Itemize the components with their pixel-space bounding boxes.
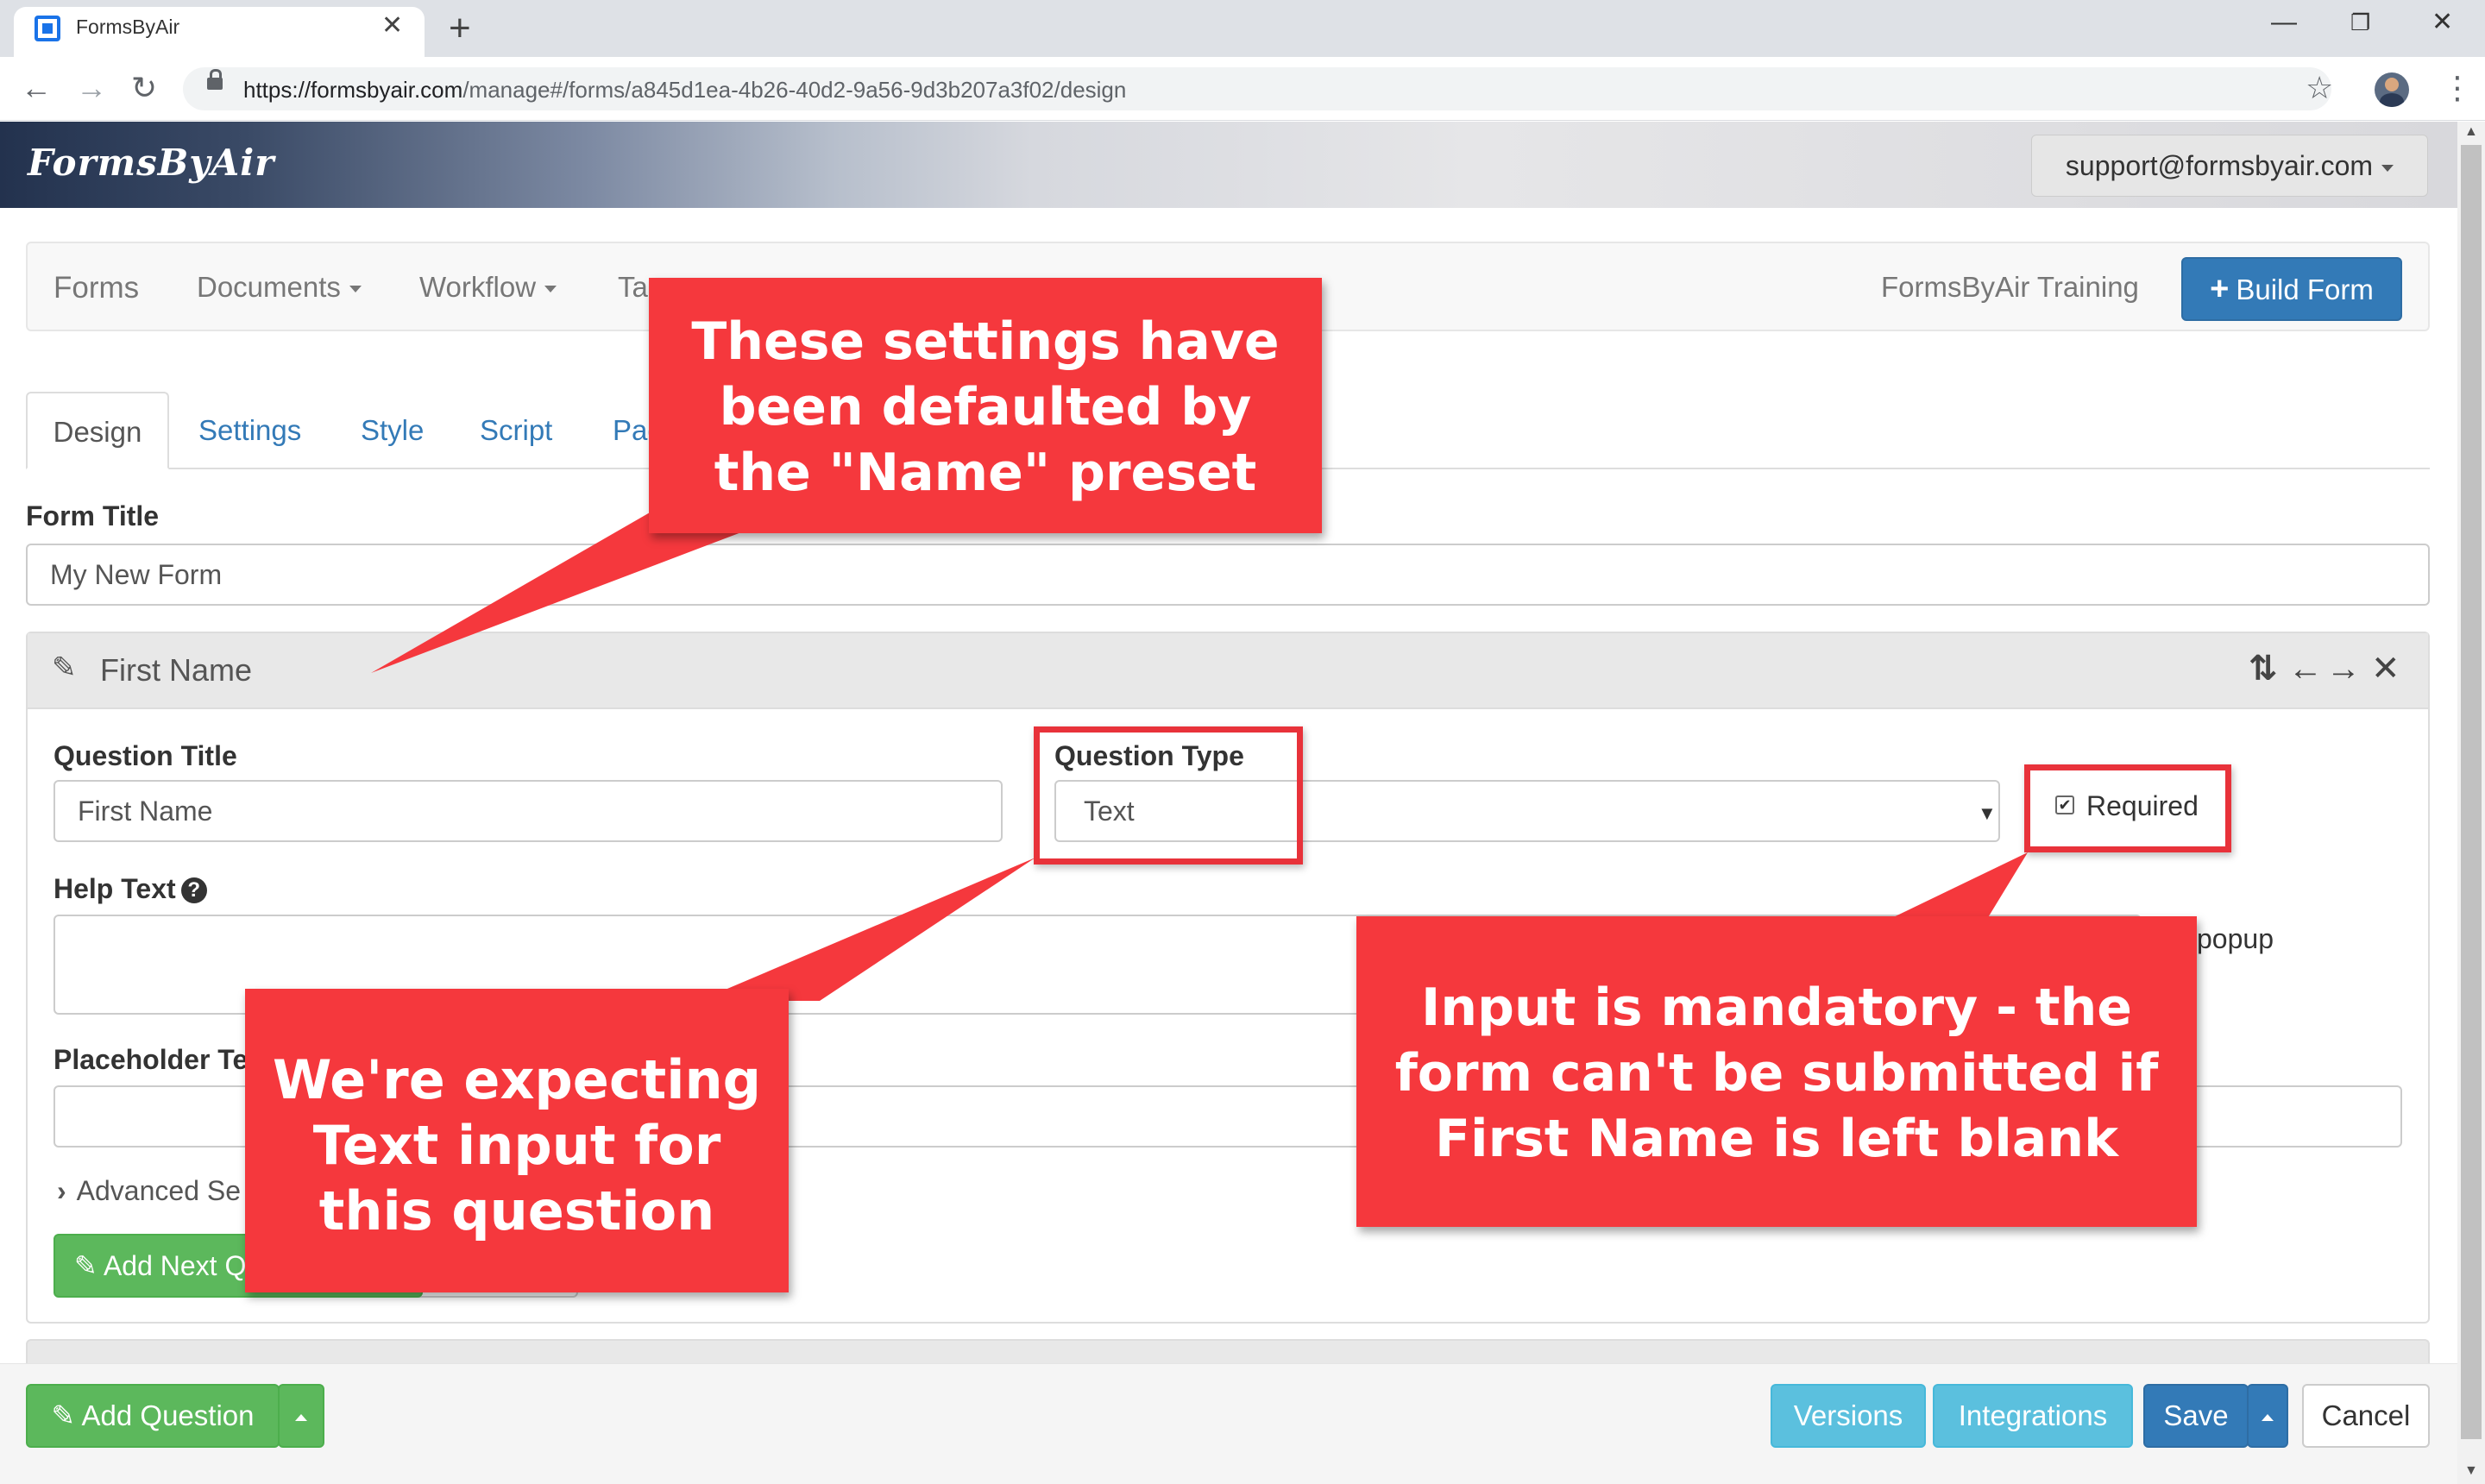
preset-callout-pointer — [371, 509, 802, 673]
preset-callout: These settings have been defaulted by th… — [649, 278, 1322, 533]
required-callout-pointer — [1881, 852, 2028, 923]
required-highlight — [2024, 764, 2231, 852]
text-callout-pointer — [699, 858, 1035, 1001]
required-callout: Input is mandatory - the form can't be s… — [1356, 916, 2197, 1227]
question-type-highlight — [1034, 726, 1303, 865]
text-type-callout: We're expecting Text input for this ques… — [245, 989, 789, 1292]
